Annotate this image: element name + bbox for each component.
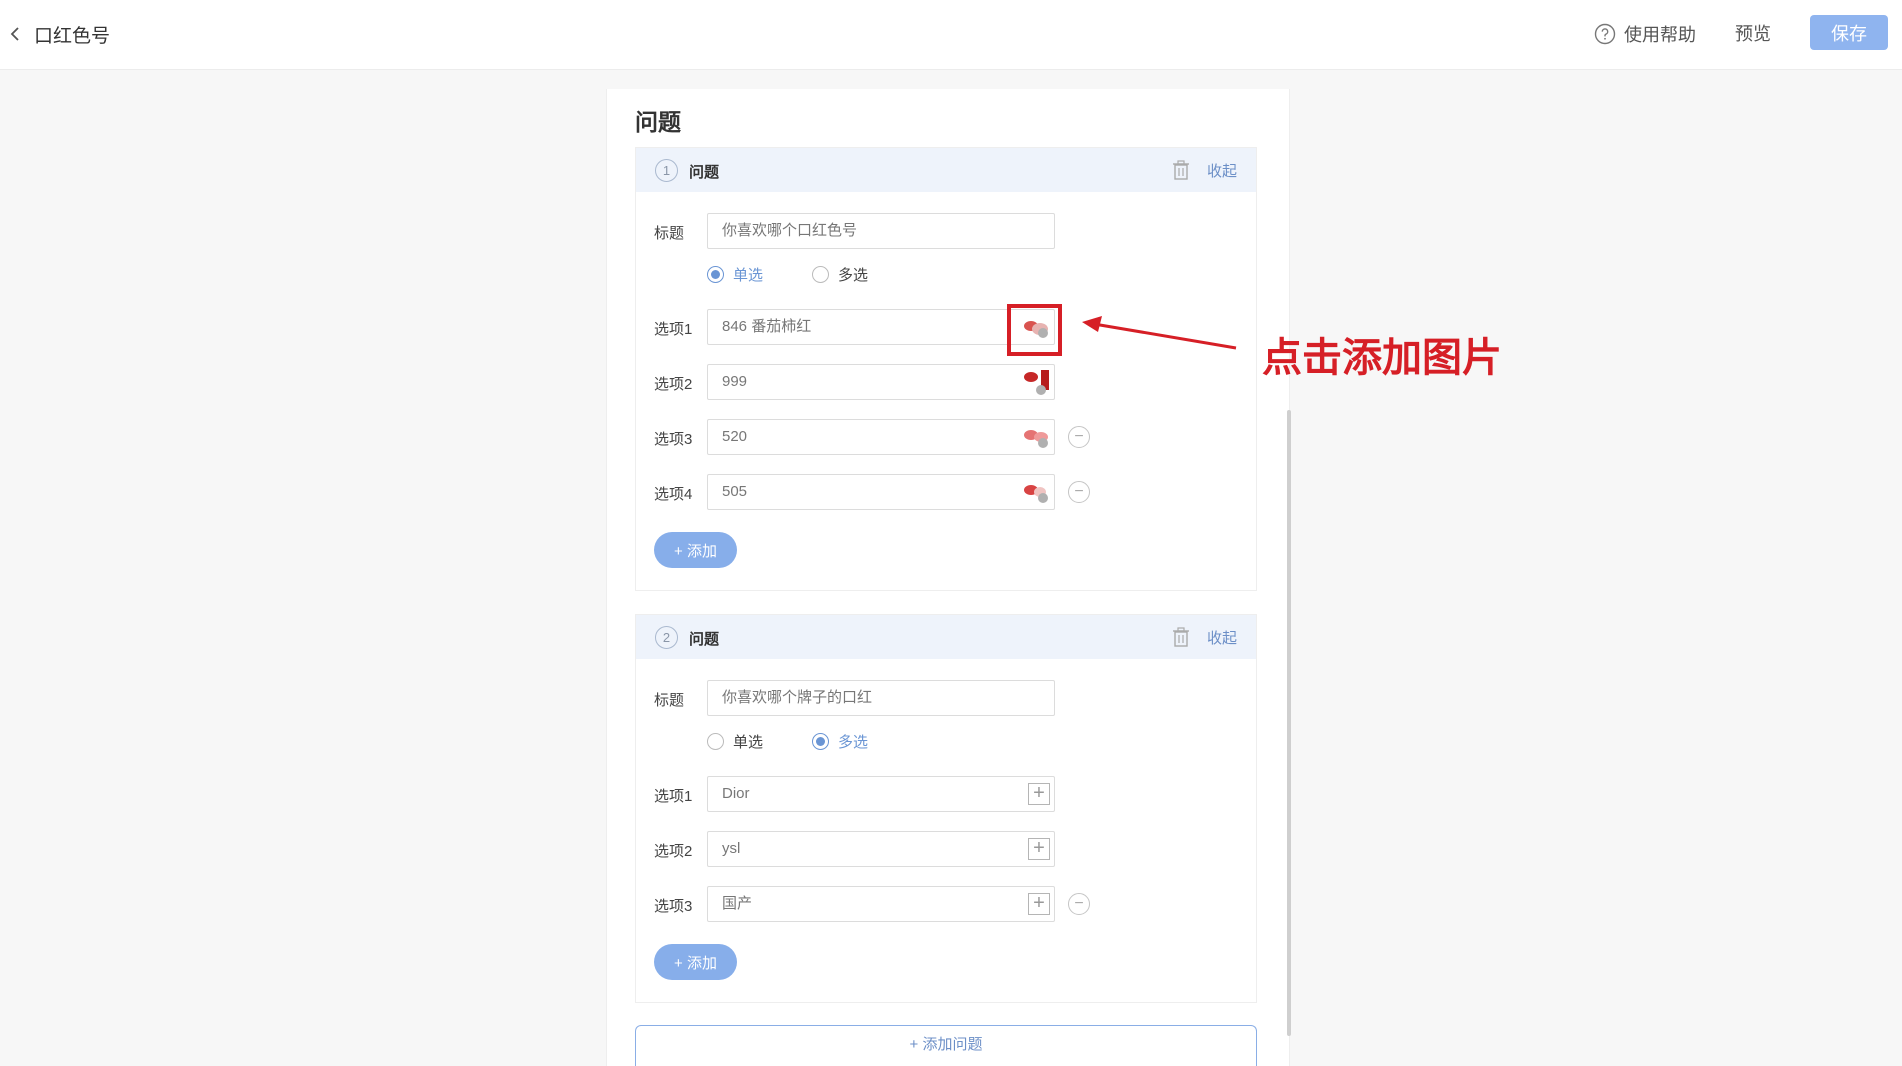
option-label: 选项2 (654, 843, 693, 860)
option-input[interactable]: 846 番茄柿红 (707, 309, 1055, 345)
radio-label: 单选 (733, 734, 764, 751)
radio-single[interactable]: 单选 (707, 264, 763, 285)
option-value: 国产 (722, 895, 753, 912)
title-field-label: 标题 (654, 692, 685, 709)
radio-dot (812, 733, 829, 750)
option-label: 选项3 (654, 431, 693, 448)
add-image-icon[interactable]: + (1028, 783, 1050, 805)
question-label: 问题 (689, 164, 720, 181)
help-label: 使用帮助 (1624, 25, 1696, 45)
add-option-button[interactable]: + 添加 (654, 532, 737, 568)
option-input[interactable]: 505 (707, 474, 1055, 510)
option-label: 选项1 (654, 788, 693, 805)
radio-multi[interactable]: 多选 (812, 731, 868, 752)
lipstick-image-thumbnail[interactable] (1019, 476, 1053, 508)
radio-label: 多选 (838, 267, 869, 284)
question-title-input[interactable]: 你喜欢哪个牌子的口红 (707, 680, 1055, 716)
option-value: 505 (722, 483, 748, 500)
trash-icon[interactable] (1172, 160, 1190, 180)
add-image-icon[interactable]: + (1028, 893, 1050, 915)
question-label: 问题 (689, 631, 720, 648)
option-label: 选项3 (654, 898, 693, 915)
radio-dot (812, 266, 829, 283)
radio-dot (707, 266, 724, 283)
radio-label: 多选 (838, 734, 869, 751)
option-value: 520 (722, 428, 748, 445)
option-value: Dior (722, 785, 750, 802)
question-number: 2 (655, 626, 678, 649)
remove-option-button[interactable]: − (1068, 893, 1090, 915)
remove-option-button[interactable]: − (1068, 426, 1090, 448)
page-title: 口红色号 (34, 25, 111, 47)
question-editor-panel: 问题 1 问题 收起 标题 你喜欢哪个口红色号 单选 多选 选项1 846 番茄… (606, 89, 1290, 1066)
annotation-callout: 点击添加图片 (1262, 335, 1502, 381)
radio-single[interactable]: 单选 (707, 731, 763, 752)
option-input[interactable]: 999 (707, 364, 1055, 400)
option-label: 选项1 (654, 321, 693, 338)
option-value: ysl (722, 840, 741, 857)
option-input[interactable]: Dior + (707, 776, 1055, 812)
title-field-label: 标题 (654, 225, 685, 242)
option-label: 选项4 (654, 486, 693, 503)
option-value: 846 番茄柿红 (722, 318, 812, 335)
option-value: 999 (722, 373, 748, 390)
add-image-icon[interactable]: + (1028, 838, 1050, 860)
collapse-button[interactable]: 收起 (1207, 627, 1237, 648)
top-bar: 口红色号 使用帮助 预览 保存 (0, 0, 1902, 70)
radio-multi[interactable]: 多选 (812, 264, 868, 285)
add-question-button[interactable]: + 添加问题 (635, 1025, 1257, 1066)
remove-option-button[interactable]: − (1068, 481, 1090, 503)
question-number: 1 (655, 159, 678, 182)
add-option-button[interactable]: + 添加 (654, 944, 737, 980)
question-card-2: 2 问题 收起 标题 你喜欢哪个牌子的口红 单选 多选 选项1 Dior + 选… (635, 614, 1257, 1003)
question-header: 2 问题 收起 (636, 615, 1256, 659)
question-header: 1 问题 收起 (636, 148, 1256, 192)
lipstick-image-thumbnail[interactable] (1019, 421, 1053, 453)
option-label: 选项2 (654, 376, 693, 393)
scrollbar[interactable] (1287, 410, 1291, 1036)
question-circle-icon (1594, 23, 1616, 45)
radio-dot (707, 733, 724, 750)
radio-label: 单选 (733, 267, 764, 284)
preview-button[interactable]: 预览 (1735, 20, 1771, 48)
collapse-button[interactable]: 收起 (1207, 160, 1237, 181)
question-title-input[interactable]: 你喜欢哪个口红色号 (707, 213, 1055, 249)
save-button[interactable]: 保存 (1810, 15, 1888, 50)
back-button[interactable]: 口红色号 (10, 20, 110, 48)
option-input[interactable]: 520 (707, 419, 1055, 455)
option-input[interactable]: 国产 + (707, 886, 1055, 922)
trash-icon[interactable] (1172, 627, 1190, 647)
panel-title: 问题 (635, 109, 681, 135)
question-card-1: 1 问题 收起 标题 你喜欢哪个口红色号 单选 多选 选项1 846 番茄柿红 … (635, 147, 1257, 591)
chevron-left-icon (10, 27, 19, 41)
option-input[interactable]: ysl + (707, 831, 1055, 867)
lipstick-image-thumbnail[interactable] (1019, 366, 1053, 398)
help-link[interactable]: 使用帮助 (1594, 20, 1696, 48)
highlight-box (1007, 304, 1062, 356)
arrow-icon (1082, 316, 1237, 350)
